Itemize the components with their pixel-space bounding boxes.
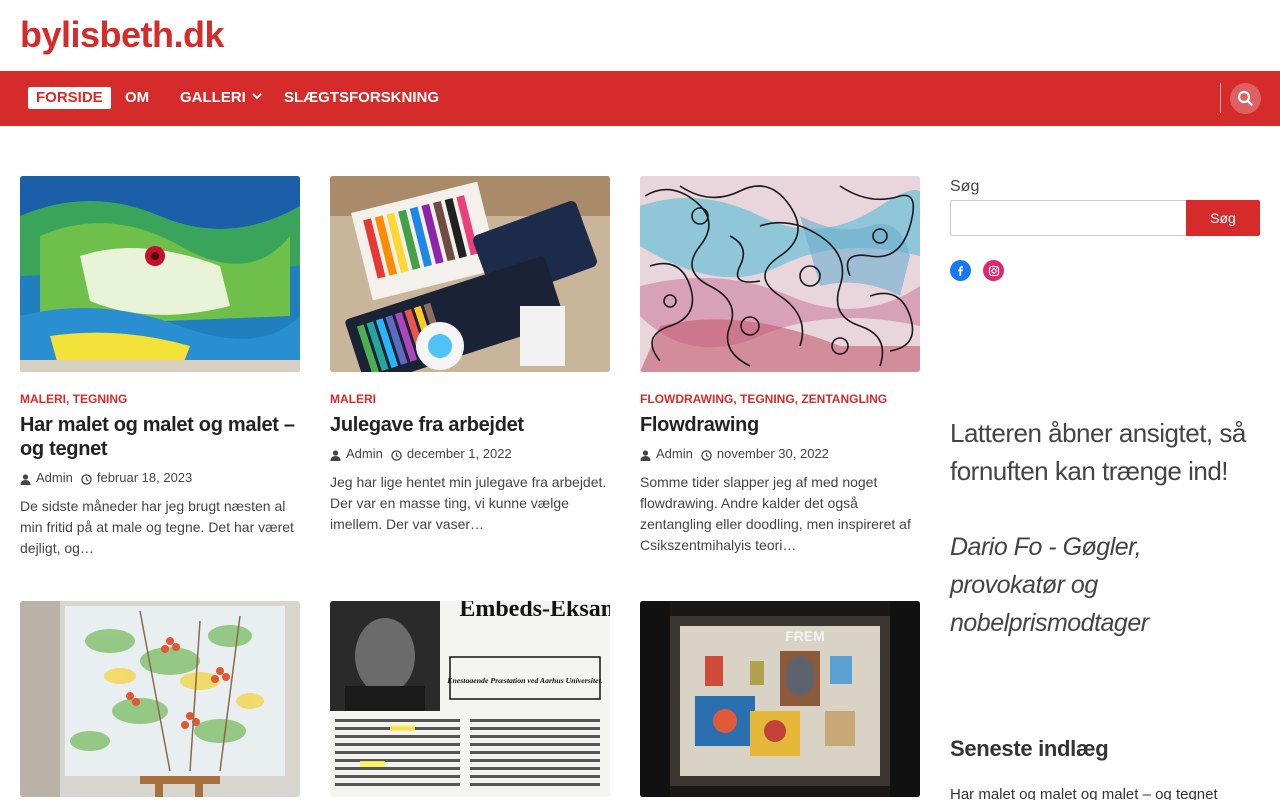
post-categories: FLOWDRAWING, TEGNING, ZENTANGLING <box>640 392 888 406</box>
post-title[interactable]: Flowdrawing <box>640 413 920 437</box>
post-thumbnail[interactable] <box>20 601 300 797</box>
recent-posts-heading: Seneste indlæg <box>950 736 1109 761</box>
post-thumbnail[interactable] <box>20 176 300 372</box>
site-title[interactable]: bylisbeth.dk <box>20 14 225 56</box>
category-link[interactable]: TEGNING <box>740 392 795 406</box>
window-sign: FREM <box>785 628 825 644</box>
clipping-headline: Embeds-Eksamen. <box>459 601 610 622</box>
nav-item-label: FORSIDE <box>36 89 103 106</box>
post-title[interactable]: Har malet og malet og malet – og tegnet <box>20 413 300 461</box>
post-excerpt: De sidste måneder har jeg brugt næsten a… <box>20 498 294 556</box>
nav-item-om[interactable]: OM <box>125 87 149 109</box>
post-title[interactable]: Julegave fra arbejdet <box>330 413 610 437</box>
user-icon <box>640 448 651 461</box>
recent-post-link[interactable]: Har malet og malet og malet – og tegnet <box>950 786 1218 800</box>
nav-item-slaegtsforskning[interactable]: SLÆGTSFORSKNING <box>284 87 439 109</box>
nav-item-forside[interactable]: FORSIDE <box>28 87 111 109</box>
social-links <box>950 260 1260 281</box>
post-meta: Admin november 30, 2022 <box>640 445 920 462</box>
category-link[interactable]: MALERI <box>330 392 376 406</box>
post-categories: MALERI <box>330 391 610 407</box>
post-excerpt: Somme tider slapper jeg af med noget flo… <box>640 474 911 553</box>
post-meta: Admin december 1, 2022 <box>330 445 610 462</box>
nav-item-label: GALLERI <box>180 89 246 106</box>
post-date[interactable]: februar 18, 2023 <box>97 469 192 486</box>
search-icon <box>1237 90 1253 106</box>
post-thumbnail[interactable]: Embeds-Eksamen. Enestaaende Præstation v… <box>330 601 610 797</box>
facebook-link[interactable] <box>950 260 971 281</box>
post-card: Embeds-Eksamen. Enestaaende Præstation v… <box>330 601 610 797</box>
sidebar: Søg Søg Latteren åbner ansigtet, så forn… <box>950 176 1260 800</box>
post-author[interactable]: Admin <box>656 445 693 462</box>
post-date[interactable]: november 30, 2022 <box>717 445 829 462</box>
post-excerpt: Jeg har lige hentet min julegave fra arb… <box>330 474 607 532</box>
post-card: MALERI, TEGNING Har malet og malet og ma… <box>20 176 300 559</box>
category-link[interactable]: TEGNING <box>73 392 128 406</box>
instagram-icon <box>988 265 999 276</box>
facebook-icon <box>958 266 963 276</box>
category-link[interactable]: ZENTANGLING <box>801 392 887 406</box>
clipping-subheadline: Enestaaende Præstation ved Aarhus Univer… <box>446 676 602 685</box>
post-thumbnail[interactable] <box>640 176 920 372</box>
chevron-down-icon <box>252 87 262 109</box>
post-meta: Admin februar 18, 2023 <box>20 469 300 486</box>
post-categories: MALERI, TEGNING <box>20 392 128 406</box>
post-card: FLOWDRAWING, TEGNING, ZENTANGLING Flowdr… <box>640 176 920 556</box>
quote-text: Latteren åbner ansigtet, så fornuften ka… <box>950 418 1246 486</box>
clock-icon <box>701 448 712 461</box>
post-card <box>20 601 300 797</box>
nav-item-label: SLÆGTSFORSKNING <box>284 89 440 106</box>
main-navigation: FORSIDE OM GALLERI SLÆGTSFORSKNING <box>0 71 1280 126</box>
post-thumbnail[interactable] <box>330 176 610 372</box>
post-card: MALERI Julegave fra arbejdet Admin decem… <box>330 176 610 535</box>
search-input[interactable] <box>950 200 1186 236</box>
user-icon <box>330 448 341 461</box>
search-form: Søg <box>950 200 1260 236</box>
clock-icon <box>81 472 92 485</box>
quote-author: Dario Fo - Gøgler, provokatør og nobelpr… <box>950 533 1149 637</box>
post-card: FREM <box>640 601 920 797</box>
post-author[interactable]: Admin <box>36 469 73 486</box>
post-author[interactable]: Admin <box>346 445 383 462</box>
category-link[interactable]: MALERI <box>20 392 66 406</box>
search-toggle-button[interactable] <box>1230 83 1261 114</box>
nav-item-galleri[interactable]: GALLERI <box>180 87 262 109</box>
search-label: Søg <box>950 178 980 195</box>
user-icon <box>20 472 31 485</box>
nav-divider <box>1220 83 1221 113</box>
clock-icon <box>391 448 402 461</box>
nav-item-label: OM <box>125 89 150 106</box>
post-thumbnail[interactable]: FREM <box>640 601 920 797</box>
post-date[interactable]: december 1, 2022 <box>407 445 512 462</box>
instagram-link[interactable] <box>983 260 1004 281</box>
search-button[interactable]: Søg <box>1186 200 1260 236</box>
category-link[interactable]: FLOWDRAWING <box>640 392 733 406</box>
